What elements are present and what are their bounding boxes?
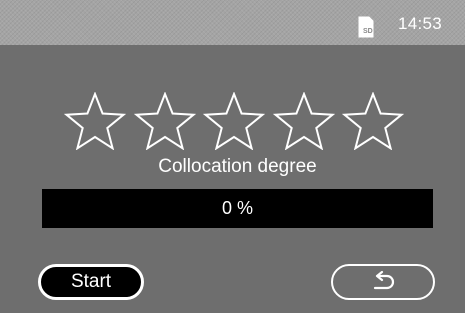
- sd-card-icon: SD: [358, 16, 374, 38]
- screen: SD 14:53 Collocation degree 0 % Start: [0, 0, 465, 313]
- return-arrow-icon: [373, 270, 395, 290]
- star-icon: [64, 92, 126, 150]
- star-rating: [64, 92, 404, 150]
- star-icon: [342, 92, 404, 150]
- star-icon: [133, 92, 196, 150]
- start-button[interactable]: Start: [38, 264, 144, 300]
- star-icon: [203, 92, 265, 150]
- back-button[interactable]: [331, 264, 435, 300]
- progress-label: 0 %: [221, 198, 254, 218]
- status-bar: SD 14:53: [0, 0, 465, 45]
- progress-bar: 0 %: [42, 189, 433, 228]
- svg-text:SD: SD: [363, 28, 373, 35]
- collocation-degree-label: Collocation degree: [158, 156, 317, 177]
- star-icon: [272, 92, 335, 150]
- clock: 14:53: [398, 14, 443, 33]
